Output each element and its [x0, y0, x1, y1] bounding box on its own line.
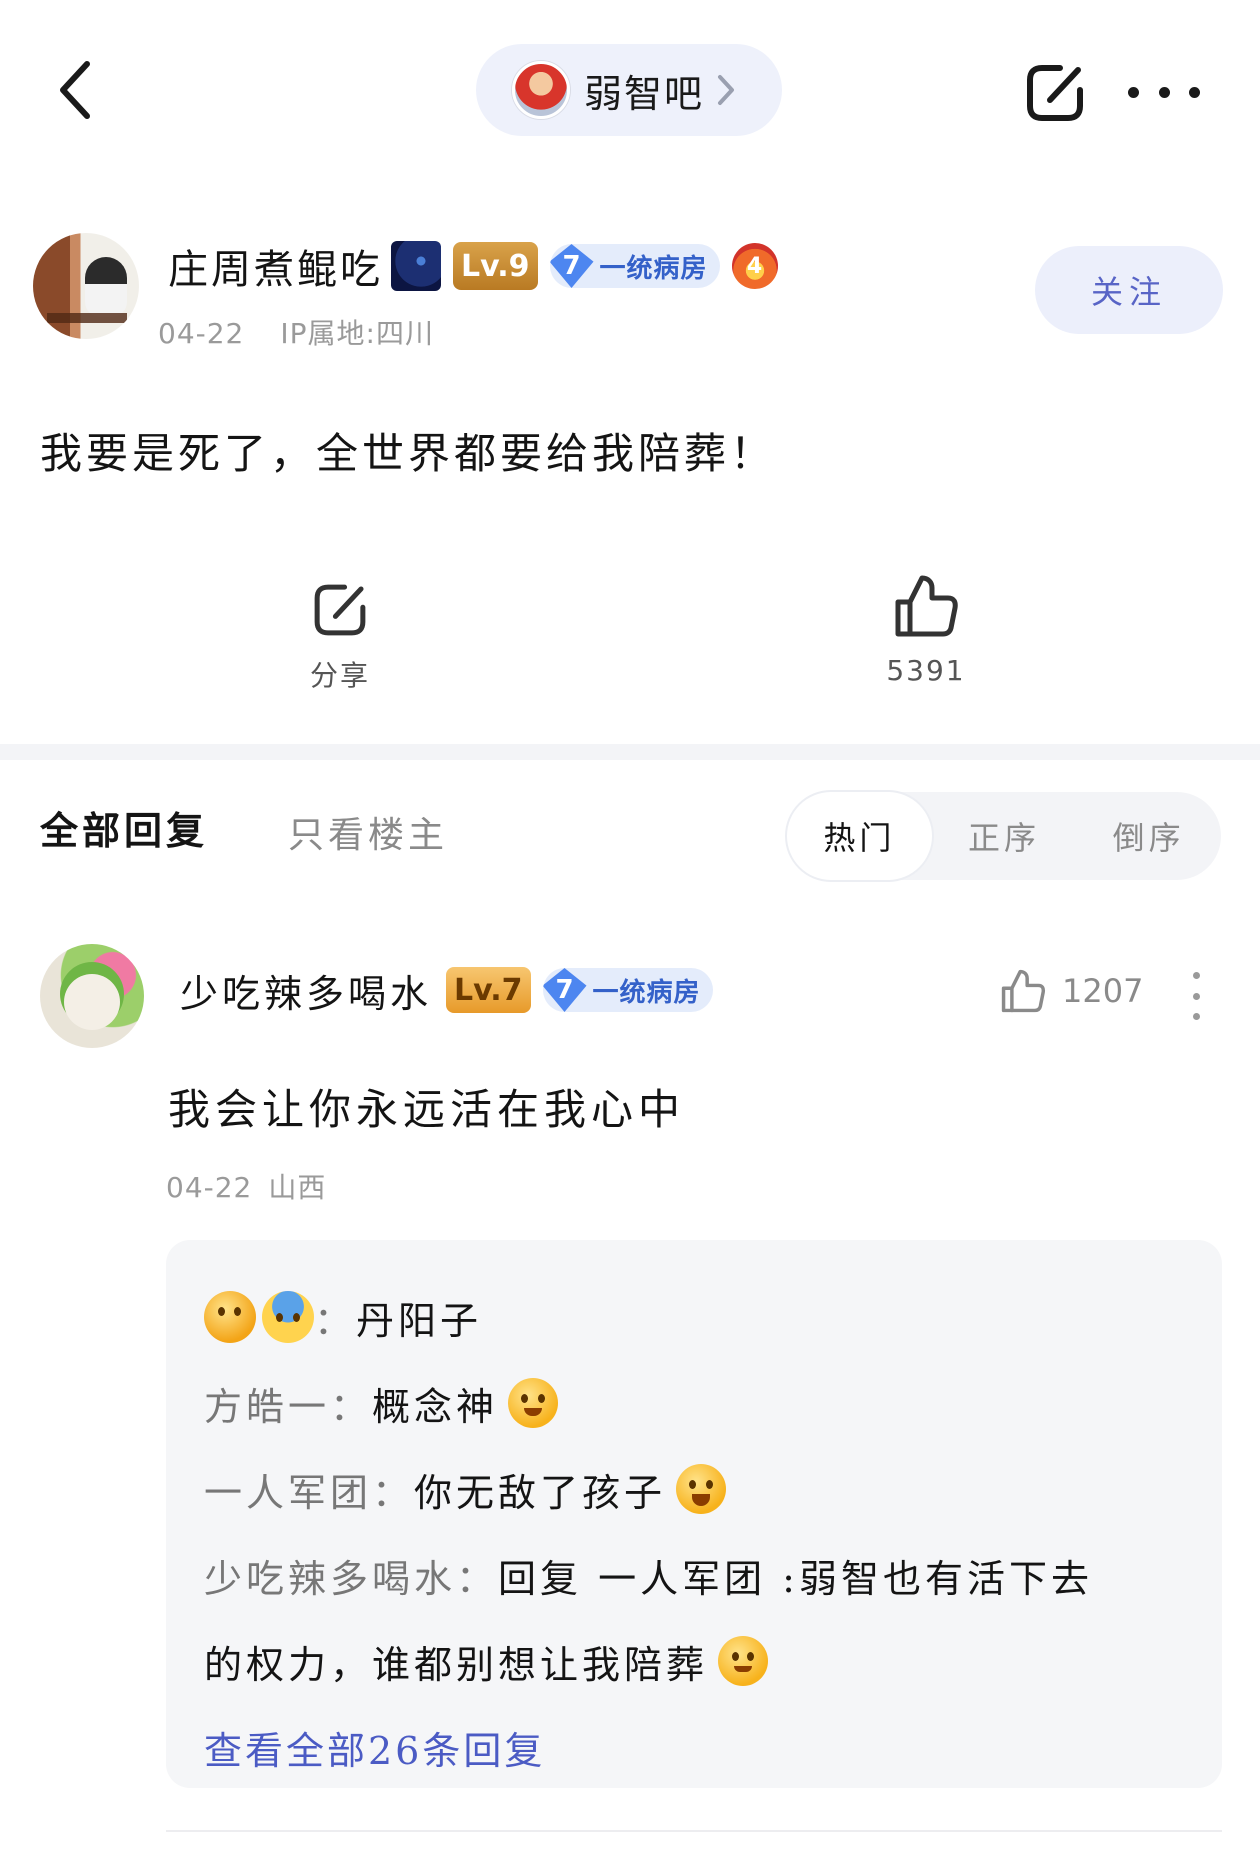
commenter-name[interactable]: 少吃辣多喝水	[180, 963, 432, 1018]
back-button[interactable]	[40, 50, 110, 130]
reply-item-continued[interactable]: 的权力，谁都别想让我陪葬	[204, 1618, 1184, 1704]
rank-badge: 7 一统病房	[542, 968, 713, 1012]
dot-icon	[1192, 1013, 1200, 1020]
reply-text: 概念神	[372, 1384, 499, 1429]
rank-title: 一统病房	[592, 977, 701, 1008]
author-name[interactable]: 庄周煮鲲吃	[168, 237, 383, 295]
level-badge: Lv.7	[446, 967, 531, 1013]
sort-ascending[interactable]: 正序	[932, 792, 1077, 880]
thumbs-up-icon	[1001, 969, 1046, 1013]
dot-icon	[1128, 86, 1139, 98]
comment-meta: 04-22 山西	[166, 1166, 326, 1206]
reply-text: 你无敌了孩子	[414, 1470, 667, 1515]
share-icon[interactable]	[1020, 58, 1090, 128]
commenter-avatar[interactable]	[40, 944, 144, 1048]
chevron-left-icon	[60, 61, 90, 119]
level-badge: Lv.9	[453, 242, 538, 290]
share-label: 分享	[309, 659, 370, 692]
rank-badge: 7 一统病房	[549, 244, 720, 288]
post-content: 我要是死了，全世界都要给我陪葬！	[40, 429, 777, 478]
share-icon	[314, 584, 366, 636]
shushing-face-icon	[508, 1378, 559, 1428]
more-options-button[interactable]	[1128, 70, 1200, 114]
rank-title: 一统病房	[599, 253, 708, 284]
dot-icon	[1189, 86, 1200, 98]
like-button[interactable]: 5391	[876, 570, 976, 687]
tab-all-replies[interactable]: 全部回复	[40, 800, 208, 855]
reply-item[interactable]: 少吃辣多喝水： 回复 一人军团 :弱智也有活下去	[204, 1532, 1184, 1618]
reply-author: 方皓一：	[204, 1384, 373, 1429]
reply-text: 的权力，谁都别想让我陪葬	[204, 1642, 709, 1687]
comment-more-button[interactable]	[1180, 972, 1212, 1020]
sort-selector: 热门 正序 倒序	[787, 792, 1221, 880]
comment-location: 山西	[268, 1171, 327, 1204]
sort-descending[interactable]: 倒序	[1076, 792, 1221, 880]
dot-icon	[1192, 972, 1200, 979]
author-info: 庄周煮鲲吃 Lv.9 7 一统病房 4	[168, 238, 778, 294]
share-button[interactable]: 分享	[290, 578, 390, 694]
dot-icon	[1192, 992, 1200, 1000]
thumbs-up-icon	[895, 575, 958, 637]
forum-entry[interactable]: 弱智吧	[476, 44, 782, 136]
reply-text: 回复 一人军团 :弱智也有活下去	[498, 1556, 1093, 1601]
reply-item[interactable]: 一人军团： 你无敌了孩子	[204, 1446, 1184, 1532]
reply-author: ：	[314, 1298, 357, 1343]
thinking-face-icon	[204, 1291, 256, 1343]
reply-author: 少吃辣多喝水：	[204, 1556, 499, 1601]
forum-avatar	[512, 61, 570, 119]
sub-replies[interactable]: ： 丹阳子 方皓一： 概念神 一人军团： 你无敌了孩子 少吃辣多喝水： 回复 一…	[166, 1240, 1222, 1788]
author-avatar[interactable]	[33, 233, 139, 339]
forum-name: 弱智吧	[584, 71, 705, 116]
rank-number: 7	[549, 244, 594, 288]
commenter-info: 少吃辣多喝水 Lv.7 7 一统病房	[180, 962, 713, 1018]
rank-number: 7	[542, 968, 587, 1012]
comment-like-count: 1207	[1062, 972, 1144, 1010]
chevron-right-icon	[718, 75, 735, 105]
post-date: 04-22	[158, 317, 245, 350]
section-divider	[0, 744, 1260, 760]
post-meta: 04-22 IP属地:四川	[158, 312, 434, 352]
reply-author: 一人军团：	[204, 1470, 415, 1515]
dot-icon	[1158, 86, 1170, 98]
comment-divider	[166, 1830, 1222, 1832]
reply-item[interactable]: ： 丹阳子	[204, 1274, 1184, 1360]
constellation-badge-icon	[391, 241, 441, 291]
like-count: 5391	[886, 654, 966, 687]
comment-like-button[interactable]: 1207	[998, 966, 1143, 1016]
view-all-replies-link[interactable]: 查看全部26条回复	[204, 1704, 1184, 1790]
comment-content: 我会让你永远活在我心中	[168, 1085, 686, 1134]
cat-image	[85, 257, 127, 317]
screaming-face-icon	[262, 1291, 314, 1343]
reply-text: 丹阳子	[356, 1298, 483, 1343]
reply-item[interactable]: 方皓一： 概念神	[204, 1360, 1184, 1446]
comment-date: 04-22	[166, 1171, 253, 1204]
post-ip: IP属地:四川	[280, 317, 434, 350]
sort-hot[interactable]: 热门	[787, 792, 932, 880]
follow-button[interactable]: 关注	[1035, 246, 1223, 334]
laughing-face-icon	[676, 1464, 727, 1514]
smiling-face-icon	[718, 1636, 769, 1686]
tab-op-only[interactable]: 只看楼主	[288, 806, 448, 858]
fire-badge-icon: 4	[731, 243, 778, 289]
